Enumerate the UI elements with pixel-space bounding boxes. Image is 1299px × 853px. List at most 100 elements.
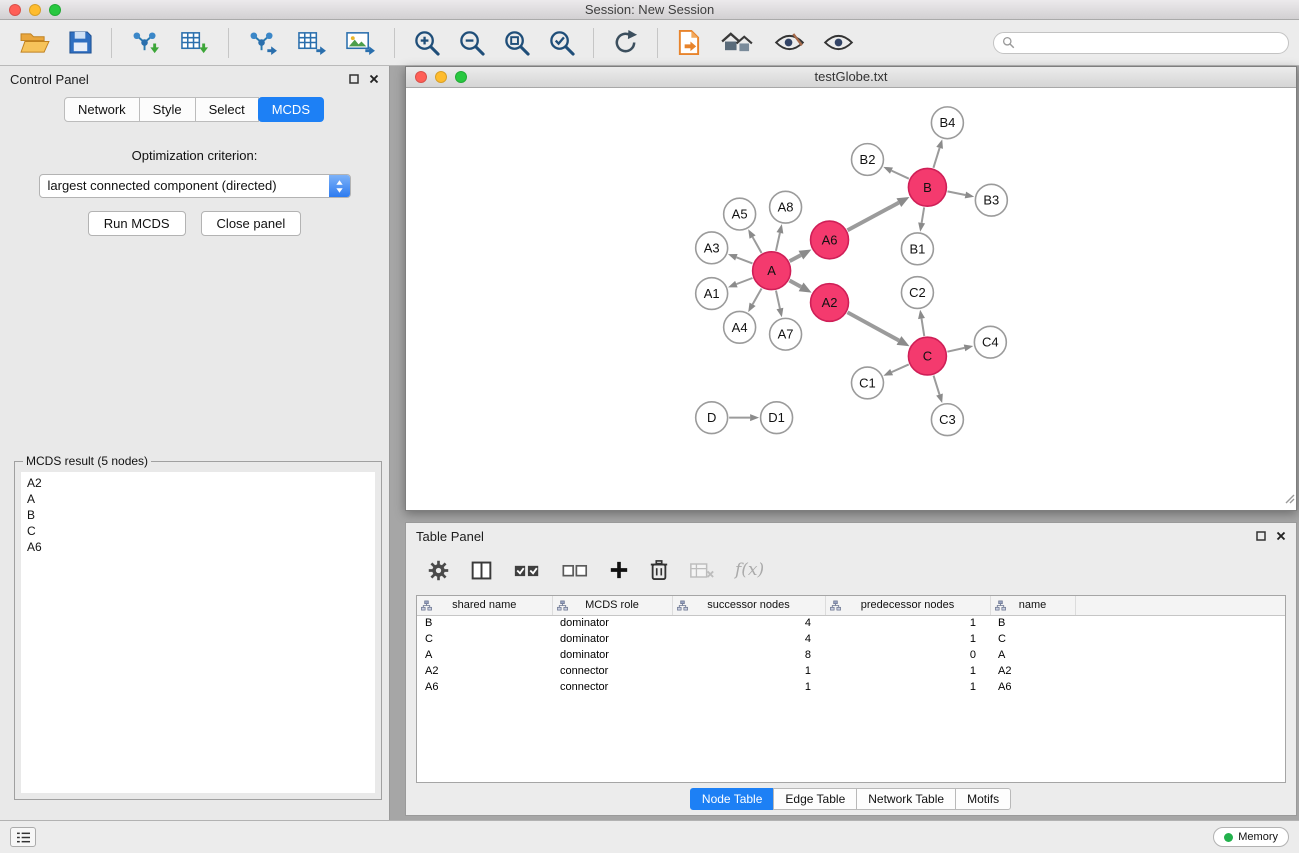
network-close-button[interactable] — [415, 71, 427, 83]
graph-node-C3[interactable]: C3 — [931, 404, 963, 436]
run-mcds-button[interactable]: Run MCDS — [88, 211, 186, 236]
export-image-button[interactable] — [339, 25, 382, 60]
houses-button[interactable] — [713, 26, 762, 59]
optimization-criterion-select[interactable]: largest connected component (directed) — [39, 174, 351, 198]
graph-node-A1[interactable]: A1 — [696, 278, 728, 310]
graph-edge-C-C3[interactable] — [934, 376, 943, 404]
graph-node-B4[interactable]: B4 — [931, 107, 963, 139]
tab-style[interactable]: Style — [139, 97, 196, 122]
graph-edge-A-A8[interactable] — [776, 224, 783, 251]
tab-network[interactable]: Network — [64, 97, 140, 122]
document-button[interactable] — [670, 25, 707, 60]
graph-edge-C-C1[interactable] — [883, 364, 908, 375]
graph-node-A[interactable]: A — [753, 252, 791, 290]
graph-edge-A-A1[interactable] — [728, 278, 752, 287]
close-button[interactable] — [9, 4, 21, 16]
table-row[interactable]: Adominator80A — [417, 647, 1285, 663]
memory-button[interactable]: Memory — [1213, 827, 1289, 847]
tab-mcds[interactable]: MCDS — [258, 97, 324, 122]
graph-edge-B-B1[interactable] — [918, 207, 925, 231]
list-item[interactable]: C — [27, 523, 369, 539]
close-panel-button[interactable] — [369, 74, 379, 84]
list-item[interactable]: A6 — [27, 539, 369, 555]
graph-edge-A2-C[interactable] — [847, 312, 909, 346]
delete-row-button[interactable] — [642, 556, 676, 584]
graph-edge-C-C4[interactable] — [947, 345, 973, 352]
table-row[interactable]: A2connector11A2 — [417, 663, 1285, 679]
zoom-window-button[interactable] — [49, 4, 61, 16]
zoom-selected-button[interactable] — [542, 25, 581, 60]
export-table-button[interactable] — [290, 25, 333, 60]
tab-node-table[interactable]: Node Table — [690, 788, 775, 810]
zoom-fit-button[interactable] — [497, 25, 536, 60]
float-table-panel-button[interactable] — [1256, 531, 1266, 541]
column-header-name[interactable]: name — [990, 596, 1075, 615]
tab-edge-table[interactable]: Edge Table — [773, 788, 857, 810]
list-item[interactable]: B — [27, 507, 369, 523]
graph-edge-A-A4[interactable] — [748, 288, 761, 312]
list-item[interactable]: A2 — [27, 475, 369, 491]
graph-edge-A-A7[interactable] — [776, 291, 783, 318]
deselect-all-button[interactable] — [554, 557, 596, 584]
column-header-shared-name[interactable]: shared name — [417, 596, 552, 615]
graph-node-D1[interactable]: D1 — [761, 402, 793, 434]
search-box[interactable] — [993, 32, 1289, 54]
add-row-button[interactable] — [602, 557, 636, 583]
eye-button[interactable] — [817, 28, 860, 57]
table-row[interactable]: Cdominator41C — [417, 631, 1285, 647]
column-header-successor-nodes[interactable]: successor nodes — [672, 596, 825, 615]
search-input[interactable] — [1020, 36, 1280, 50]
tab-network-table[interactable]: Network Table — [856, 788, 956, 810]
tab-select[interactable]: Select — [195, 97, 259, 122]
graph-edge-C-C2[interactable] — [918, 310, 925, 336]
list-item[interactable]: A — [27, 491, 369, 507]
resize-grip[interactable] — [1284, 491, 1295, 509]
graph-edge-B-B3[interactable] — [947, 191, 974, 198]
graph-node-C4[interactable]: C4 — [974, 326, 1006, 358]
import-network-button[interactable] — [124, 25, 167, 60]
graph-node-A2[interactable]: A2 — [811, 284, 849, 322]
graph-node-A6[interactable]: A6 — [811, 221, 849, 259]
export-network-button[interactable] — [241, 25, 284, 60]
graph-edge-A6-B[interactable] — [848, 197, 910, 230]
graph-node-C1[interactable]: C1 — [851, 367, 883, 399]
graph-edge-A-A6[interactable] — [790, 250, 812, 262]
network-window-titlebar[interactable]: testGlobe.txt — [406, 67, 1296, 88]
close-table-panel-button[interactable] — [1276, 531, 1286, 541]
network-zoom-button[interactable] — [455, 71, 467, 83]
zoom-out-button[interactable] — [452, 25, 491, 60]
network-canvas[interactable]: B4B2BB3A5A8A6A3B1AA1C2A2A4A7C4CC1C3DD1 — [406, 89, 1296, 510]
graph-node-A3[interactable]: A3 — [696, 232, 728, 264]
columns-button[interactable] — [463, 556, 500, 585]
graph-node-A4[interactable]: A4 — [724, 311, 756, 343]
graph-node-C[interactable]: C — [908, 337, 946, 375]
graph-node-A8[interactable]: A8 — [770, 191, 802, 223]
zoom-in-button[interactable] — [407, 25, 446, 60]
graph-edge-A-A3[interactable] — [728, 254, 752, 263]
table-row[interactable]: A6connector11A6 — [417, 679, 1285, 695]
graph-node-C2[interactable]: C2 — [901, 277, 933, 309]
column-header-predecessor-nodes[interactable]: predecessor nodes — [825, 596, 990, 615]
graph-edge-A-A5[interactable] — [748, 229, 761, 253]
settings-gear-button[interactable] — [420, 556, 457, 585]
close-panel-button-2[interactable]: Close panel — [201, 211, 302, 236]
graph-node-B3[interactable]: B3 — [975, 184, 1007, 216]
network-minimize-button[interactable] — [435, 71, 447, 83]
graph-edge-D-D1[interactable] — [729, 414, 759, 421]
import-table-button[interactable] — [173, 25, 216, 60]
panel-menu-button[interactable] — [10, 827, 36, 847]
eye-pencil-button[interactable] — [768, 28, 811, 57]
graph-edge-A-A2[interactable] — [790, 281, 812, 293]
float-panel-button[interactable] — [349, 74, 359, 84]
open-file-button[interactable] — [13, 26, 56, 59]
save-session-button[interactable] — [62, 26, 99, 59]
select-all-button[interactable] — [506, 557, 548, 584]
tab-motifs[interactable]: Motifs — [955, 788, 1011, 810]
graph-node-B2[interactable]: B2 — [851, 144, 883, 176]
graph-edge-B-B2[interactable] — [883, 167, 909, 179]
minimize-button[interactable] — [29, 4, 41, 16]
graph-node-A7[interactable]: A7 — [770, 318, 802, 350]
column-header-MCDS-role[interactable]: MCDS role — [552, 596, 672, 615]
graph-node-D[interactable]: D — [696, 402, 728, 434]
graph-node-B1[interactable]: B1 — [901, 233, 933, 265]
